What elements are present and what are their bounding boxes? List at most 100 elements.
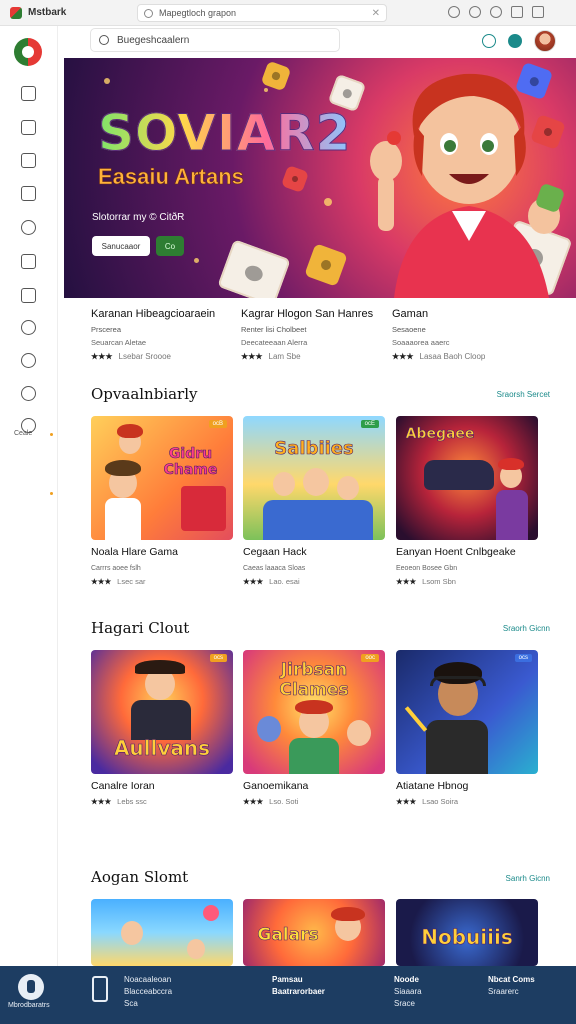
brand-name: Mstbark (28, 7, 67, 18)
footer-link[interactable]: Baatrarorbaer (272, 986, 325, 998)
hero-title: SOVIAR2 (97, 104, 352, 163)
footer-link[interactable]: Siaaara (394, 986, 422, 998)
chat-icon[interactable] (21, 320, 36, 335)
rating-meta: Lao. esai (269, 577, 300, 586)
section-title: Aogan Slomt (91, 868, 189, 886)
hero-banner[interactable]: SOVIAR2 Easaiu Artans Slotorrar my © Cit… (64, 58, 576, 298)
featured-subtitle: Seuarcan Aletae (91, 338, 147, 347)
featured-subtitle: Renter lisi Cholbeet (241, 325, 307, 334)
rating-meta: Lsec sar (117, 577, 146, 586)
game-thumbnail: ooc Jirbsan Clames (243, 650, 385, 774)
shield-icon[interactable] (490, 6, 502, 18)
menu-icon[interactable] (532, 6, 544, 18)
game-card[interactable]: ocE Salbiies Cegaan Hack Caeas laaaca Sl… (243, 416, 385, 586)
grid-icon[interactable] (21, 254, 36, 269)
games-icon[interactable] (21, 120, 36, 135)
app-logo-icon[interactable] (14, 38, 42, 66)
hero-secondary-button[interactable]: Co (156, 236, 184, 256)
app-icon[interactable] (18, 974, 44, 1000)
badge: ocs (209, 654, 227, 662)
hero-character-illustration (370, 73, 564, 298)
thumbnail-title: Nobuiiis (421, 925, 513, 950)
rating-meta: Lasaa Baoh Cloop (419, 352, 486, 361)
card-title: Noala Hlare Gama (91, 546, 178, 558)
card-title: Atiatane Hbnog (396, 780, 469, 792)
sidebar-label: Ceale (14, 430, 33, 437)
footer-link[interactable]: Sraarerc (488, 986, 535, 998)
tag-icon[interactable] (21, 386, 36, 401)
game-card[interactable]: ocs Atiatane Hbnog ★★★ Lsao Soira (396, 650, 538, 806)
game-card[interactable]: ooc Jirbsan Clames Ganoemikana ★★★ Lso. S… (243, 650, 385, 806)
store-icon[interactable] (21, 288, 36, 303)
indicator-dot (50, 492, 53, 495)
featured-item[interactable]: Karanan Hibeagcioaraein Prscerea Seuarca… (91, 308, 241, 361)
search-bar[interactable]: Buegeshcaalern (90, 28, 340, 52)
footer-column[interactable]: Pamsau Baatrarorbaer (272, 974, 325, 998)
clear-icon[interactable]: ✕ (372, 8, 380, 19)
thumbnail-title: Aullvans (113, 736, 211, 761)
game-thumbnail: ocE Salbiies (243, 416, 385, 540)
stars: ★★★ (91, 352, 113, 361)
featured-item[interactable]: Kagrar Hlogon San Hanres Renter lisi Cho… (241, 308, 391, 361)
history-icon[interactable] (448, 6, 460, 18)
footer-link[interactable]: Noacaaleoan (124, 974, 172, 986)
featured-subtitle: Sesaoene (392, 325, 426, 334)
indicator-dot (50, 433, 53, 436)
featured-title: Gaman (392, 308, 429, 320)
section-title: Opvaalnbiarly (91, 385, 198, 403)
search-placeholder: Buegeshcaalern (117, 34, 190, 46)
hero-primary-button[interactable]: Sanucaaor (92, 236, 150, 256)
settings-icon[interactable] (21, 353, 36, 368)
brand[interactable]: Mstbark (10, 6, 130, 19)
card-title: Cegaan Hack (243, 546, 307, 558)
game-card[interactable] (91, 899, 233, 966)
footer-column[interactable]: Nbcat Coms Sraarerc (488, 974, 535, 998)
footer-link[interactable]: Sca (124, 998, 172, 1010)
featured-subtitle: Deecateeaan Alerra (241, 338, 308, 347)
refresh-icon[interactable] (469, 6, 481, 18)
card-title: Eanyan Hoent Cnlbgeake (396, 546, 516, 558)
see-all-link[interactable]: Sraorh Gicnn (503, 624, 550, 633)
footer-column[interactable]: Noacaaleoan Blacceabccra Sca (124, 974, 172, 1010)
footer-link[interactable]: Srace (394, 998, 422, 1010)
game-card[interactable]: Nobuiiis (396, 899, 538, 966)
thumbnail-title: Jirbsan Clames (279, 660, 349, 701)
game-card[interactable]: Galars (243, 899, 385, 966)
brand-logo-icon (10, 6, 22, 19)
game-card[interactable]: Abegaee Eanyan Hoent Cnlbgeake Eeoeon Bo… (396, 416, 538, 586)
section-title: Hagari Clout (91, 619, 190, 637)
rating: ★★★ Lsebar Sroooe (91, 352, 241, 361)
library-icon[interactable] (21, 186, 36, 201)
home-icon[interactable] (21, 86, 36, 101)
location-icon[interactable] (21, 220, 36, 235)
address-bar[interactable]: Mapegtloch grapon ✕ (137, 4, 387, 22)
game-card[interactable]: ocs Aullvans Canalre Ioran ★★★ Lebs ssc (91, 650, 233, 806)
see-all-link[interactable]: Sraorsh Sercet (497, 390, 550, 399)
site-info-icon[interactable] (144, 8, 153, 18)
card-subtitle: Caeas laaaca Sloas (243, 565, 306, 572)
info-icon[interactable] (482, 34, 496, 48)
badge: ocE (360, 420, 379, 428)
stars: ★★★ (396, 577, 417, 586)
apps-icon[interactable] (21, 153, 36, 168)
badge: ocB (208, 420, 227, 428)
thumbnail-title: Galars (257, 925, 319, 946)
rating: ★★★ Lasaa Baoh Cloop (392, 352, 542, 361)
notifications-icon[interactable] (508, 34, 522, 48)
thumbnail-title: Gidru Chame (163, 446, 218, 479)
featured-item[interactable]: Gaman Sesaoene Soaaaorea aaerc ★★★ Lasaa … (392, 308, 542, 361)
bottom-label: Mbrodbaratrs (8, 1002, 50, 1009)
search-icon (99, 35, 109, 45)
phone-icon[interactable] (92, 976, 108, 1002)
see-all-link[interactable]: Sanrh Gicnn (506, 874, 550, 883)
avatar[interactable] (534, 30, 556, 52)
rating-meta: Lebs ssc (117, 797, 147, 806)
rating-meta: Lam Sbe (268, 352, 301, 361)
footer-link[interactable]: Blacceabccra (124, 986, 172, 998)
card-subtitle: Eeoeon Bosee Gbn (396, 565, 458, 572)
rating-meta: Lsom Sbn (422, 577, 456, 586)
stars: ★★★ (91, 797, 112, 806)
share-icon[interactable] (511, 6, 523, 18)
footer-column[interactable]: Noode Siaaara Srace (394, 974, 422, 1010)
game-card[interactable]: ocB Gidru Chame Noala Hlare Gama Carrrs … (91, 416, 233, 586)
